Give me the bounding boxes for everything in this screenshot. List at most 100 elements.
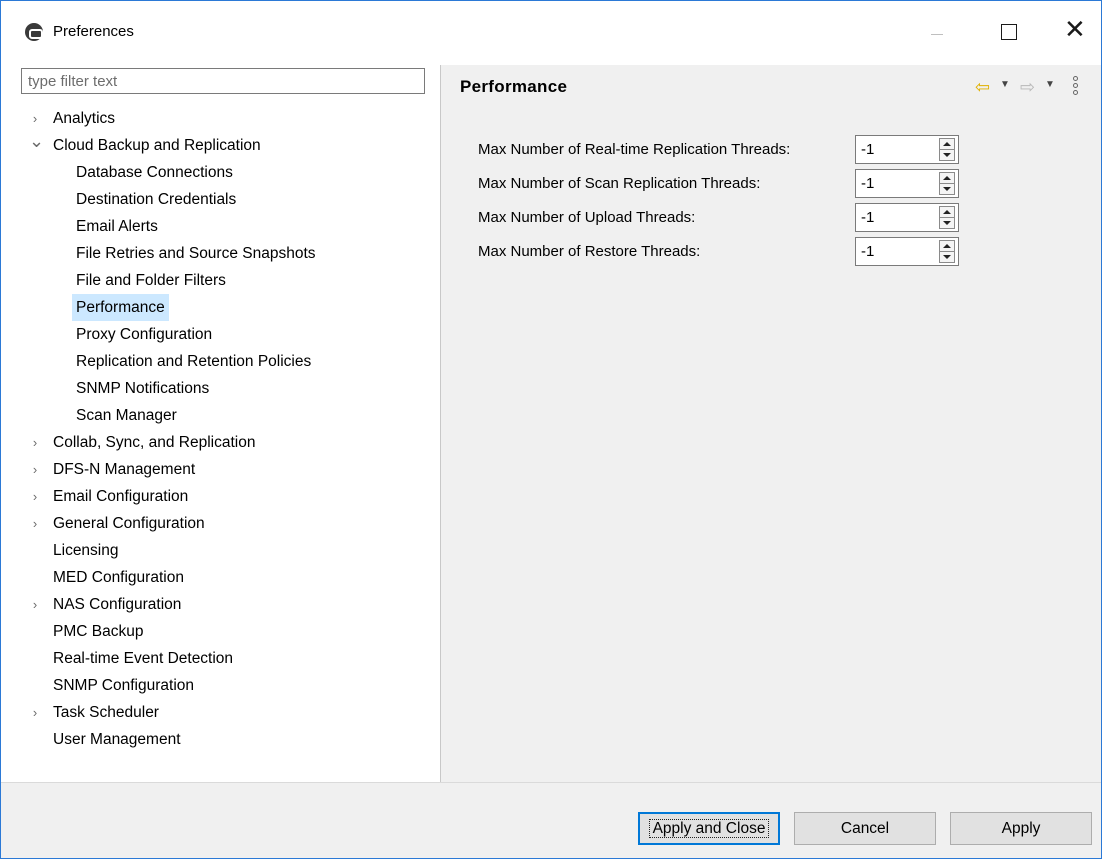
tree-category[interactable]: › Task Scheduler bbox=[1, 699, 439, 726]
chevron-right-icon[interactable]: › bbox=[29, 699, 41, 726]
tree-category[interactable]: › General Configuration bbox=[1, 510, 439, 537]
realtime-threads-input[interactable] bbox=[856, 136, 932, 163]
restore-threads-input[interactable] bbox=[856, 238, 932, 265]
spinner-buttons bbox=[939, 138, 955, 161]
apply-and-close-button[interactable]: Apply and Close bbox=[638, 812, 780, 845]
dialog-button-bar: Apply and Close Cancel Apply bbox=[1, 782, 1101, 858]
minimize-button[interactable] bbox=[915, 13, 961, 53]
preferences-window: Preferences ✕ › Analytics ⌄ Cloud Backup an… bbox=[0, 0, 1102, 859]
title-bar: Preferences ✕ bbox=[1, 1, 1101, 65]
spin-up-icon[interactable] bbox=[940, 241, 954, 252]
tree-item[interactable]: File Retries and Source Snapshots bbox=[1, 240, 439, 267]
chevron-right-icon[interactable]: › bbox=[29, 591, 41, 618]
tree-item[interactable]: Replication and Retention Policies bbox=[1, 348, 439, 375]
preference-page-panel: Performance ⇦ ▼ ⇨ ▼ Max Number of Real-t… bbox=[442, 65, 1101, 782]
tree-item[interactable]: File and Folder Filters bbox=[1, 267, 439, 294]
tree-category[interactable]: User Management bbox=[1, 726, 439, 753]
tree-category[interactable]: SNMP Configuration bbox=[1, 672, 439, 699]
tree-item[interactable]: Destination Credentials bbox=[1, 186, 439, 213]
apply-button[interactable]: Apply bbox=[950, 812, 1092, 845]
tree-item-label: User Management bbox=[53, 731, 181, 748]
tree-category[interactable]: Licensing bbox=[1, 537, 439, 564]
close-icon: ✕ bbox=[1064, 15, 1086, 45]
tree-item-label: Real-time Event Detection bbox=[53, 650, 234, 667]
tree-item-label: NAS Configuration bbox=[53, 596, 182, 613]
tree-category[interactable]: PMC Backup bbox=[1, 618, 439, 645]
chevron-right-icon[interactable]: › bbox=[29, 105, 41, 132]
tree-item[interactable]: SNMP Notifications bbox=[1, 375, 439, 402]
tree-item[interactable]: Email Alerts bbox=[1, 213, 439, 240]
app-logo-icon bbox=[25, 23, 43, 41]
page-title: Performance bbox=[460, 77, 568, 96]
page-header: Performance ⇦ ▼ ⇨ ▼ bbox=[442, 65, 1101, 111]
realtime-threads-spinner[interactable] bbox=[855, 135, 959, 164]
tree-item-label: MED Configuration bbox=[53, 569, 184, 586]
tree-category[interactable]: Real-time Event Detection bbox=[1, 645, 439, 672]
tree-category[interactable]: MED Configuration bbox=[1, 564, 439, 591]
spin-down-icon[interactable] bbox=[940, 252, 954, 263]
tree-category[interactable]: › Collab, Sync, and Replication bbox=[1, 429, 439, 456]
maximize-button[interactable] bbox=[986, 13, 1032, 53]
scan-threads-spinner[interactable] bbox=[855, 169, 959, 198]
apply-and-close-label: Apply and Close bbox=[648, 819, 770, 838]
spin-down-icon[interactable] bbox=[940, 184, 954, 195]
tree-item-label: Scan Manager bbox=[76, 407, 177, 424]
spin-down-icon[interactable] bbox=[940, 218, 954, 229]
tree-item-label: SNMP Notifications bbox=[76, 380, 210, 397]
tree-item-label: Analytics bbox=[53, 110, 116, 127]
forward-dropdown-icon[interactable]: ▼ bbox=[1045, 79, 1055, 90]
tree-item-label: Email Configuration bbox=[53, 488, 189, 505]
upload-threads-input[interactable] bbox=[856, 204, 932, 231]
spinner-buttons bbox=[939, 240, 955, 263]
spin-up-icon[interactable] bbox=[940, 207, 954, 218]
restore-threads-spinner[interactable] bbox=[855, 237, 959, 266]
tree-item[interactable]: Database Connections bbox=[1, 159, 439, 186]
field-label: Max Number of Real-time Replication Thre… bbox=[478, 141, 791, 158]
tree-item-label: Cloud Backup and Replication bbox=[53, 137, 261, 154]
spin-down-icon[interactable] bbox=[940, 150, 954, 161]
chevron-down-icon[interactable]: ⌄ bbox=[29, 132, 44, 159]
tree-item-label: General Configuration bbox=[53, 515, 205, 532]
chevron-right-icon[interactable]: › bbox=[29, 456, 41, 483]
chevron-right-icon[interactable]: › bbox=[29, 510, 41, 537]
tree-category[interactable]: › DFS-N Management bbox=[1, 456, 439, 483]
arrow-left-icon[interactable]: ⇦ bbox=[975, 78, 995, 96]
cancel-button[interactable]: Cancel bbox=[794, 812, 936, 845]
tree-item-label: Proxy Configuration bbox=[76, 326, 213, 343]
tree-item-label: File and Folder Filters bbox=[76, 272, 226, 289]
field-label: Max Number of Restore Threads: bbox=[478, 243, 701, 260]
tree-item-label: Task Scheduler bbox=[53, 704, 159, 721]
arrow-right-icon[interactable]: ⇨ bbox=[1020, 78, 1040, 96]
tree-category[interactable]: › Analytics bbox=[1, 105, 439, 132]
tree-item-label: Licensing bbox=[53, 542, 119, 559]
tree-item-label: Database Connections bbox=[76, 164, 233, 181]
tree-item-label: SNMP Configuration bbox=[53, 677, 195, 694]
vertical-dots-icon[interactable] bbox=[1071, 75, 1079, 99]
tree-category[interactable]: › Email Configuration bbox=[1, 483, 439, 510]
tree-item-label: Replication and Retention Policies bbox=[76, 353, 312, 370]
tree-item-label: PMC Backup bbox=[53, 623, 144, 640]
field-label: Max Number of Scan Replication Threads: bbox=[478, 175, 761, 192]
tree-item-label: Email Alerts bbox=[76, 218, 158, 235]
preferences-tree-panel: › Analytics ⌄ Cloud Backup and Replication D… bbox=[1, 65, 441, 782]
spinner-buttons bbox=[939, 206, 955, 229]
tree-item-label: DFS-N Management bbox=[53, 461, 196, 478]
spin-up-icon[interactable] bbox=[940, 139, 954, 150]
tree-category[interactable]: › NAS Configuration bbox=[1, 591, 439, 618]
scan-threads-input[interactable] bbox=[856, 170, 932, 197]
spinner-buttons bbox=[939, 172, 955, 195]
back-dropdown-icon[interactable]: ▼ bbox=[1000, 79, 1010, 90]
tree-item[interactable]: Scan Manager bbox=[1, 402, 439, 429]
tree-category[interactable]: ⌄ Cloud Backup and Replication bbox=[1, 132, 439, 159]
tree-item[interactable]: Proxy Configuration bbox=[1, 321, 439, 348]
filter-input[interactable] bbox=[21, 68, 425, 94]
chevron-right-icon[interactable]: › bbox=[29, 483, 41, 510]
tree-item[interactable]: Performance bbox=[1, 294, 439, 321]
close-button[interactable]: ✕ bbox=[1053, 13, 1099, 53]
spin-up-icon[interactable] bbox=[940, 173, 954, 184]
preferences-tree: › Analytics ⌄ Cloud Backup and Replication D… bbox=[1, 105, 439, 753]
tree-item-label: Performance bbox=[72, 294, 169, 321]
chevron-right-icon[interactable]: › bbox=[29, 429, 41, 456]
field-label: Max Number of Upload Threads: bbox=[478, 209, 696, 226]
upload-threads-spinner[interactable] bbox=[855, 203, 959, 232]
